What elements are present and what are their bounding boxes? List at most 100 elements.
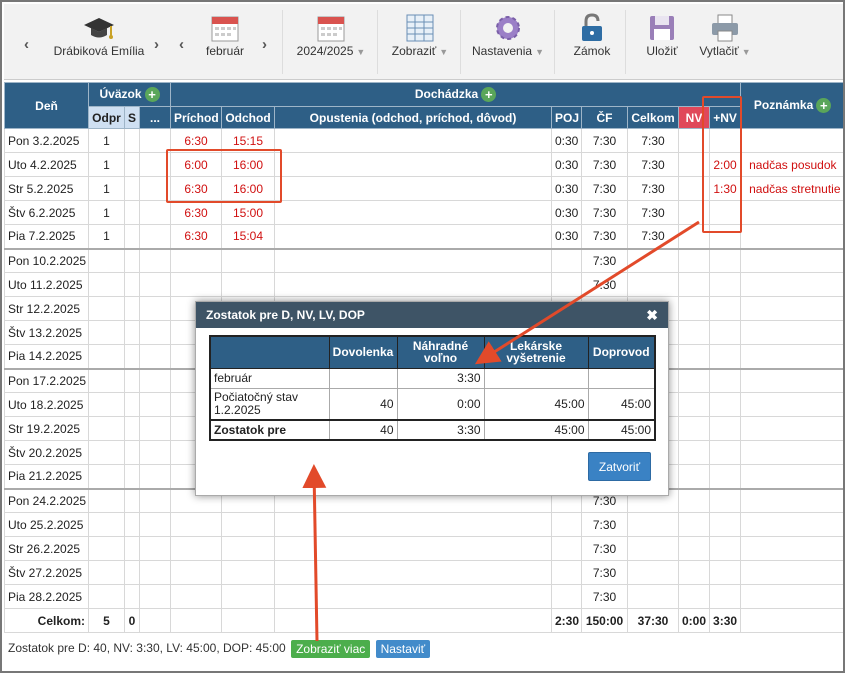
- absences-cell[interactable]: [274, 560, 552, 585]
- plus-nv-cell[interactable]: [708, 536, 742, 561]
- total-cell[interactable]: 7:30: [627, 152, 679, 177]
- note-cell[interactable]: [740, 224, 843, 249]
- arrival-cell[interactable]: [170, 560, 222, 585]
- table-row[interactable]: Pia 7.2.2025 1 6:30 15:04 0:30 7:30 7:30: [4, 224, 843, 249]
- departure-cell[interactable]: [221, 272, 275, 297]
- prev-employee-icon[interactable]: ‹: [24, 36, 29, 53]
- arrival-cell[interactable]: 6:30: [170, 224, 222, 249]
- plus-nv-cell[interactable]: [708, 247, 742, 273]
- save-button[interactable]: Uložiť: [634, 4, 690, 80]
- more-cell[interactable]: [139, 200, 171, 225]
- s-cell[interactable]: [124, 367, 140, 393]
- year-selector[interactable]: 2024/2025 ▼: [290, 4, 372, 80]
- view-menu[interactable]: Zobraziť ▼: [384, 4, 456, 80]
- total-cell[interactable]: [627, 560, 679, 585]
- day-cell[interactable]: Str 26.2.2025: [4, 536, 89, 561]
- odpr-cell[interactable]: [88, 584, 125, 609]
- nv-cell[interactable]: [678, 367, 710, 393]
- plus-nv-cell[interactable]: [708, 584, 742, 609]
- departure-cell[interactable]: 16:00: [221, 152, 275, 177]
- more-cell[interactable]: [139, 320, 171, 345]
- nv-cell[interactable]: [678, 487, 710, 513]
- poj-cell[interactable]: 0:30: [551, 152, 582, 177]
- note-cell[interactable]: [740, 344, 843, 369]
- day-cell[interactable]: Uto 4.2.2025: [4, 152, 89, 177]
- lock-button[interactable]: Zámok: [564, 4, 620, 80]
- add-icon[interactable]: +: [144, 87, 160, 103]
- nv-cell[interactable]: [678, 344, 710, 369]
- odpr-cell[interactable]: [88, 320, 125, 345]
- arrival-cell[interactable]: [170, 584, 222, 609]
- nv-cell[interactable]: [678, 584, 710, 609]
- arrival-cell[interactable]: [170, 247, 222, 273]
- more-cell[interactable]: [139, 247, 171, 273]
- departure-cell[interactable]: 15:04: [221, 224, 275, 249]
- nv-cell[interactable]: [678, 464, 710, 489]
- departure-cell[interactable]: [221, 536, 275, 561]
- cf-cell[interactable]: 7:30: [581, 200, 628, 225]
- arrival-cell[interactable]: [170, 512, 222, 537]
- plus-nv-cell[interactable]: [708, 296, 742, 321]
- odpr-cell[interactable]: [88, 416, 125, 441]
- s-cell[interactable]: [124, 440, 140, 465]
- more-cell[interactable]: [139, 272, 171, 297]
- s-cell[interactable]: [124, 200, 140, 225]
- more-cell[interactable]: [139, 416, 171, 441]
- cf-cell[interactable]: 7:30: [581, 560, 628, 585]
- s-cell[interactable]: [124, 296, 140, 321]
- plus-nv-cell[interactable]: 2:00: [708, 152, 742, 177]
- absences-cell[interactable]: [274, 224, 552, 249]
- nv-cell[interactable]: [678, 152, 710, 177]
- departure-cell[interactable]: [221, 584, 275, 609]
- day-cell[interactable]: Pon 24.2.2025: [4, 487, 89, 513]
- next-month-icon[interactable]: ›: [262, 36, 267, 53]
- plus-nv-cell[interactable]: [708, 440, 742, 465]
- odpr-cell[interactable]: 1: [88, 176, 125, 201]
- poj-cell[interactable]: [551, 512, 582, 537]
- poj-cell[interactable]: [551, 272, 582, 297]
- s-cell[interactable]: [124, 487, 140, 513]
- nv-cell[interactable]: [678, 272, 710, 297]
- note-cell[interactable]: [740, 200, 843, 225]
- odpr-cell[interactable]: [88, 512, 125, 537]
- departure-cell[interactable]: [221, 512, 275, 537]
- plus-nv-cell[interactable]: [708, 128, 742, 153]
- s-cell[interactable]: [124, 512, 140, 537]
- odpr-cell[interactable]: [88, 296, 125, 321]
- total-cell[interactable]: [627, 584, 679, 609]
- table-row[interactable]: Štv 27.2.2025 7:30: [4, 560, 843, 585]
- table-row[interactable]: Pia 28.2.2025 7:30: [4, 584, 843, 609]
- absences-cell[interactable]: [274, 200, 552, 225]
- odpr-cell[interactable]: [88, 560, 125, 585]
- total-cell[interactable]: [627, 512, 679, 537]
- more-cell[interactable]: [139, 224, 171, 249]
- arrival-cell[interactable]: 6:30: [170, 176, 222, 201]
- total-cell[interactable]: 7:30: [627, 224, 679, 249]
- show-more-button[interactable]: Zobraziť viac: [291, 640, 371, 658]
- plus-nv-cell[interactable]: [708, 272, 742, 297]
- table-row[interactable]: Pon 3.2.2025 1 6:30 15:15 0:30 7:30 7:30: [4, 128, 843, 153]
- cf-cell[interactable]: 7:30: [581, 272, 628, 297]
- nv-cell[interactable]: [678, 247, 710, 273]
- note-cell[interactable]: [740, 367, 843, 393]
- next-employee-icon[interactable]: ›: [154, 36, 159, 53]
- close-button[interactable]: Zatvoriť: [588, 452, 651, 481]
- note-cell[interactable]: nadčas stretnutie: [740, 176, 843, 201]
- s-cell[interactable]: [124, 176, 140, 201]
- nv-cell[interactable]: [678, 224, 710, 249]
- odpr-cell[interactable]: 1: [88, 128, 125, 153]
- nv-cell[interactable]: [678, 176, 710, 201]
- odpr-cell[interactable]: [88, 367, 125, 393]
- table-row[interactable]: Uto 25.2.2025 7:30: [4, 512, 843, 537]
- note-cell[interactable]: [740, 536, 843, 561]
- s-cell[interactable]: [124, 128, 140, 153]
- s-cell[interactable]: [124, 224, 140, 249]
- day-cell[interactable]: Uto 11.2.2025: [4, 272, 89, 297]
- odpr-cell[interactable]: [88, 464, 125, 489]
- day-cell[interactable]: Uto 18.2.2025: [4, 392, 89, 417]
- nv-cell[interactable]: [678, 296, 710, 321]
- day-cell[interactable]: Pia 7.2.2025: [4, 224, 89, 249]
- total-cell[interactable]: 7:30: [627, 200, 679, 225]
- table-row[interactable]: Uto 11.2.2025 7:30: [4, 272, 843, 297]
- arrival-cell[interactable]: [170, 272, 222, 297]
